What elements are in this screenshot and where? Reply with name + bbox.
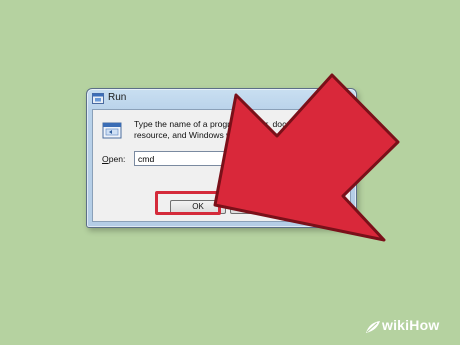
dialog-titlebar[interactable]: Run <box>87 89 356 109</box>
open-input[interactable]: cmd <box>134 151 341 166</box>
description-line-1: Type the name of a program, folder, docu… <box>134 119 299 129</box>
dialog-title: Run <box>108 92 127 103</box>
dialog-body: Type the name of a program, folder, docu… <box>92 109 351 222</box>
ok-button-highlight <box>155 191 221 215</box>
run-app-icon <box>92 93 104 104</box>
dialog-description: Type the name of a program, folder, docu… <box>134 119 344 141</box>
open-label-rest: pen: <box>108 154 126 164</box>
description-line-2: resource, and Windows will open it for y… <box>134 130 291 140</box>
open-label-mnemonic: O <box>102 154 109 164</box>
browse-button[interactable] <box>290 200 346 214</box>
run-program-icon <box>102 122 122 139</box>
cancel-button[interactable] <box>230 200 286 214</box>
wikihow-watermark: wikiHow <box>382 317 440 333</box>
wikihow-leaf-icon <box>366 321 380 333</box>
page: Run Type the name of a program, folder, … <box>0 0 460 345</box>
open-label: Open: <box>102 154 125 164</box>
run-dialog: Run Type the name of a program, folder, … <box>86 88 357 228</box>
button-strip: OK <box>93 191 350 221</box>
